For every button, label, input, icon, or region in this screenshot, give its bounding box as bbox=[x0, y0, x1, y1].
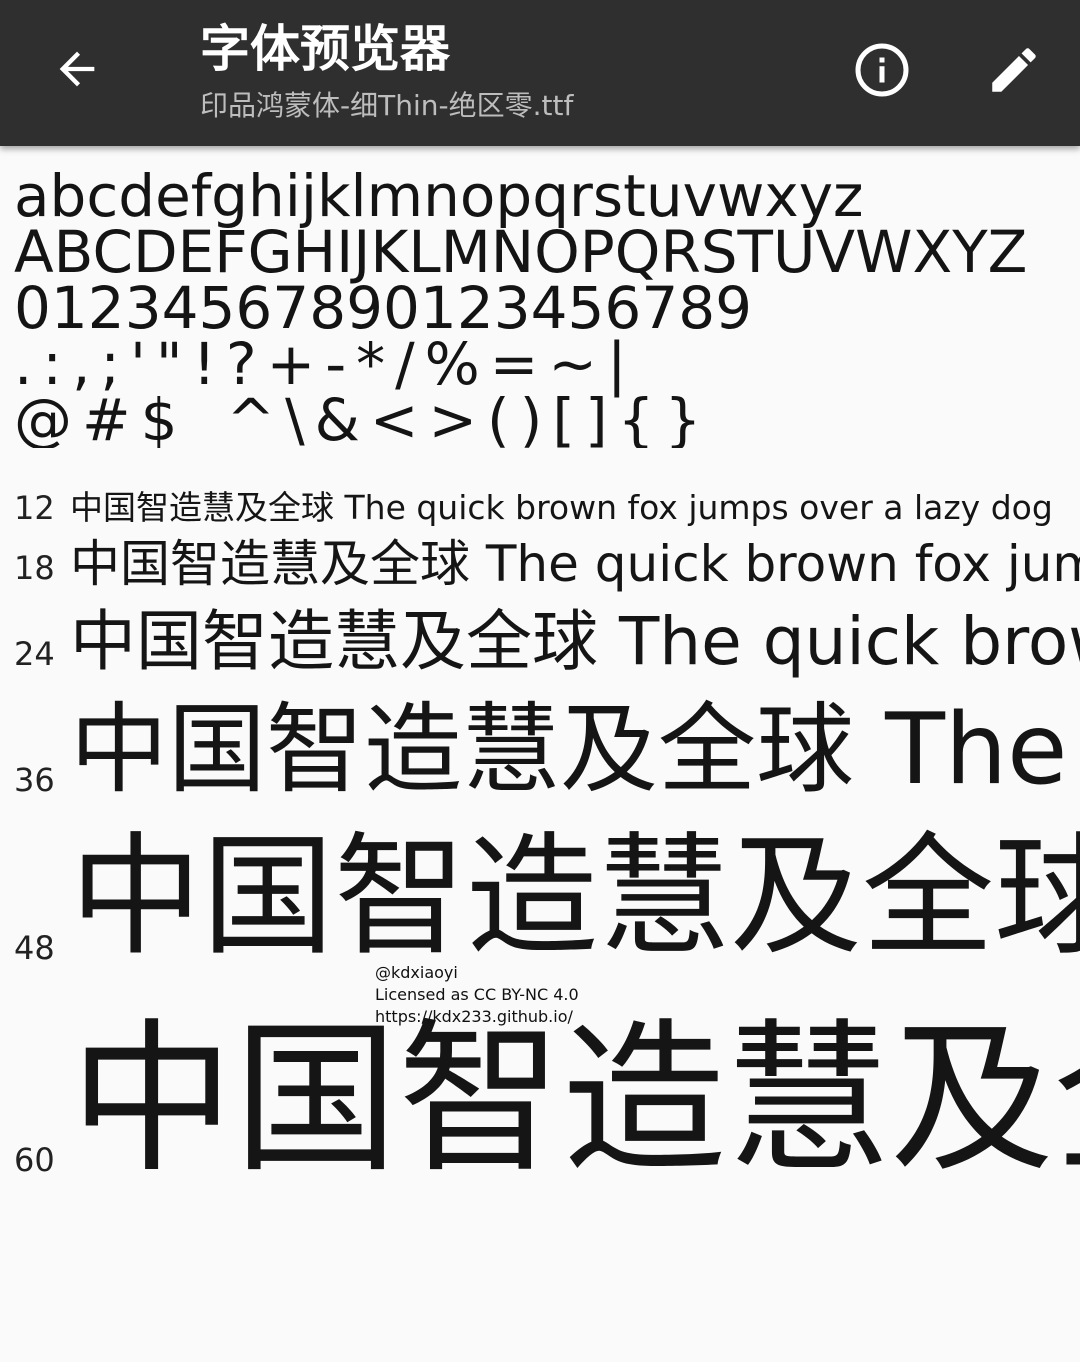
sample-row: 24 中国智造慧及全球 The quick brown fox jumps ov… bbox=[0, 602, 1080, 682]
back-button[interactable] bbox=[40, 32, 114, 106]
sample-row: 60 中国智造慧及全球 bbox=[0, 1010, 1080, 1190]
font-file-name: 印品鸿蒙体-细Thin-绝区零.ttf bbox=[200, 89, 574, 122]
pencil-icon bbox=[992, 48, 1036, 92]
author-handle: @kdxiaoyi bbox=[375, 963, 458, 982]
sample-text: 中国智造慧及全球 bbox=[70, 1010, 1080, 1190]
sample-text: 中国智造慧及全球 The quick brown fox jumps over … bbox=[70, 535, 1080, 593]
license-text: Licensed as CC BY-NC 4.0 bbox=[375, 985, 579, 1004]
sample-text: 中国智造慧及全球 The quick brown fox jumps over … bbox=[70, 488, 1053, 527]
size-label: 60 bbox=[14, 1141, 55, 1179]
sample-row: 12 中国智造慧及全球 The quick brown fox jumps ov… bbox=[0, 484, 1080, 532]
sample-row: 18 中国智造慧及全球 The quick brown fox jumps ov… bbox=[0, 534, 1080, 596]
sample-row: 48 中国智造慧及全球 bbox=[0, 824, 1080, 970]
size-label: 12 bbox=[14, 489, 55, 527]
sample-text: 中国智造慧及全球 The quick brown fox jumps over … bbox=[70, 603, 1080, 680]
uppercase-letters: ABCDEFGHIJKLMNOPQRSTUVWXYZ bbox=[14, 218, 1028, 286]
digits: 01234567890123456789 bbox=[14, 274, 753, 342]
character-set-preview: abcdefghijklmnopqrstuvwxyz ABCDEFGHIJKLM… bbox=[14, 168, 1080, 448]
author-url: https://kdx233.github.io/ bbox=[375, 1007, 573, 1026]
punctuation-line-1: .:,;'"!?+-*/%=~| bbox=[14, 330, 637, 398]
app-title: 字体预览器 bbox=[200, 20, 450, 78]
sample-row: 36 中国智造慧及全球 The quick brown fox bbox=[0, 694, 1080, 806]
size-label: 24 bbox=[14, 635, 55, 673]
license-watermark: @kdxiaoyi Licensed as CC BY-NC 4.0 https… bbox=[375, 962, 579, 1028]
info-circle-icon bbox=[855, 43, 909, 97]
punctuation-line-2: @#$_^\&<>()[]{} bbox=[14, 386, 712, 448]
arrow-left-icon bbox=[59, 51, 95, 87]
app-bar: 字体预览器 印品鸿蒙体-细Thin-绝区零.ttf bbox=[0, 0, 1080, 146]
edit-button[interactable] bbox=[978, 34, 1050, 106]
sample-text: 中国智造慧及全球 bbox=[70, 824, 1080, 970]
lowercase-letters: abcdefghijklmnopqrstuvwxyz bbox=[14, 168, 864, 230]
sample-text: 中国智造慧及全球 The quick brown fox bbox=[70, 694, 1080, 806]
info-button[interactable] bbox=[846, 34, 918, 106]
size-label: 36 bbox=[14, 761, 55, 799]
size-label: 18 bbox=[14, 549, 55, 587]
size-label: 48 bbox=[14, 929, 55, 967]
